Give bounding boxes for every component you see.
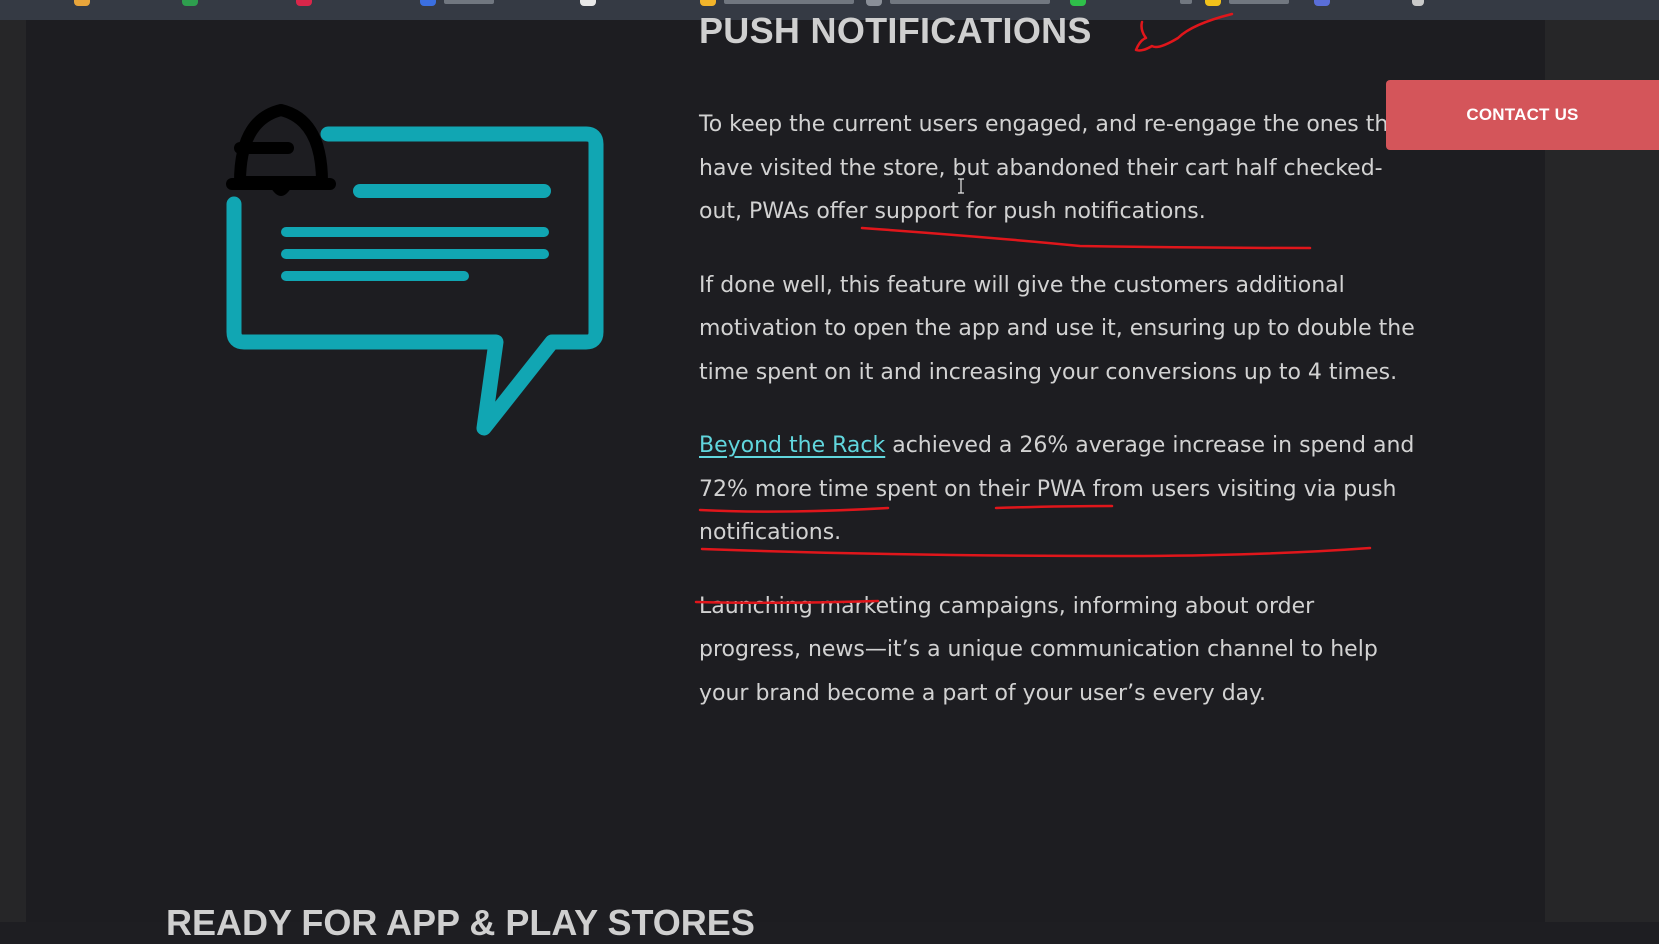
bookmark-icon[interactable] <box>420 0 436 6</box>
bookmark-icon[interactable] <box>296 0 312 6</box>
paragraph-marketing: Launching marketing campaigns, informing… <box>699 593 1378 706</box>
contact-us-button[interactable]: CONTACT US <box>1386 80 1659 150</box>
paragraph-engagement: To keep the current users engaged, and r… <box>699 112 1411 224</box>
bookmark-icon[interactable] <box>1314 0 1330 6</box>
next-section-title: READY FOR APP & PLAY STORES <box>166 902 755 943</box>
bookmark-icon[interactable] <box>700 0 716 6</box>
text-cursor-icon <box>958 178 964 194</box>
page-gutter-right <box>1545 20 1659 922</box>
paragraph-motivation: If done well, this feature will give the… <box>699 272 1415 385</box>
section-body: To keep the current users engaged, and r… <box>699 103 1419 745</box>
bookmark-icon[interactable] <box>182 0 198 6</box>
bell-chat-bubble-icon <box>226 104 604 436</box>
bookmark-icon[interactable] <box>74 0 90 6</box>
section-title: PUSH NOTIFICATIONS <box>699 10 1092 51</box>
bookmark-icon[interactable] <box>866 0 882 6</box>
bookmark-icon[interactable] <box>580 0 596 6</box>
page-gutter-left <box>0 20 26 922</box>
beyond-the-rack-link[interactable]: Beyond the Rack <box>699 433 885 458</box>
bookmark-icon[interactable] <box>1070 0 1086 6</box>
bookmark-icon[interactable] <box>1412 0 1424 6</box>
paragraph-case-study: Beyond the Rack achieved a 26% average i… <box>699 424 1419 555</box>
bookmark-icon[interactable] <box>1205 0 1221 6</box>
